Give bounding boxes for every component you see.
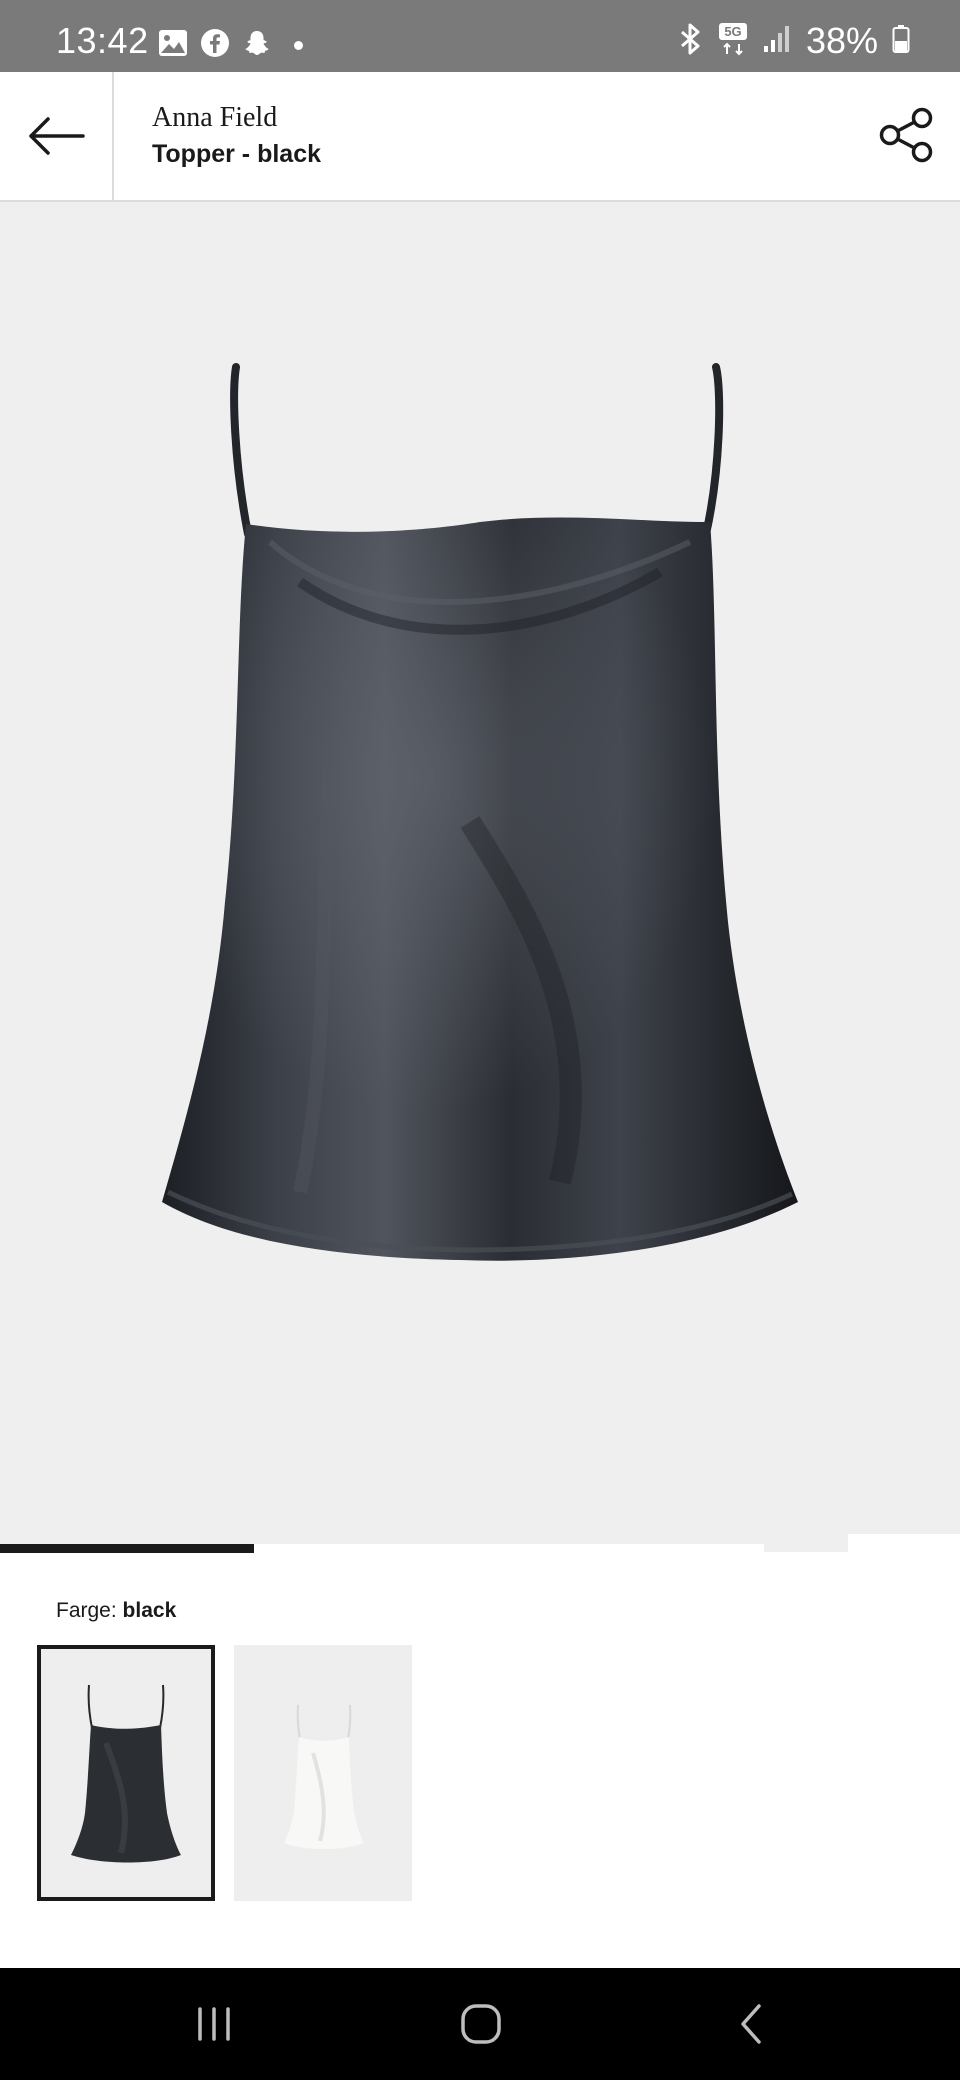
product-image — [162, 363, 798, 1261]
status-bar: 13:42 5G 38% — [0, 0, 960, 72]
gallery-icon — [158, 29, 188, 62]
battery-percent: 38% — [805, 20, 878, 61]
notification-icons — [158, 28, 303, 63]
snapchat-icon — [242, 28, 272, 63]
facebook-icon — [200, 28, 230, 63]
battery-icon — [892, 24, 910, 59]
home-button[interactable] — [441, 1996, 521, 2052]
home-icon — [461, 2004, 501, 2044]
gallery-progress — [0, 1544, 764, 1553]
share-button[interactable] — [876, 104, 938, 166]
back-button[interactable] — [0, 72, 114, 200]
color-label: Farge: black — [56, 1599, 176, 1623]
white-top-thumbnail — [284, 1704, 364, 1849]
5g-icon: 5G — [718, 22, 748, 61]
signal-icon — [762, 24, 792, 59]
color-swatch-white[interactable] — [234, 1645, 412, 1901]
color-label-prefix: Farge: — [56, 1599, 117, 1622]
gallery-progress-fill — [0, 1544, 254, 1553]
wishlist-button[interactable] — [848, 1534, 960, 1552]
arrow-left-icon — [29, 117, 85, 155]
black-top-thumbnail — [71, 1684, 181, 1863]
dot-icon — [294, 41, 303, 50]
brand-name[interactable]: Anna Field — [152, 102, 277, 134]
product-title: Topper - black — [152, 140, 322, 168]
back-nav-button[interactable] — [711, 1996, 791, 2052]
5g-text: 5G — [724, 24, 741, 39]
recent-apps-icon — [198, 2007, 230, 2041]
system-icons: 5G 38% — [678, 20, 910, 62]
bluetooth-icon — [678, 23, 704, 60]
status-time: 13:42 — [56, 20, 149, 61]
product-header: Anna Field Topper - black — [0, 72, 960, 202]
chevron-left-icon — [741, 2004, 761, 2044]
color-section: Farge: black — [0, 1553, 960, 1968]
product-image-gallery[interactable] — [0, 202, 960, 1552]
color-label-value: black — [122, 1599, 177, 1622]
share-icon — [879, 107, 933, 163]
system-nav-bar — [0, 1968, 960, 2080]
recent-apps-button[interactable] — [174, 1996, 254, 2052]
color-swatch-black[interactable] — [37, 1645, 215, 1901]
